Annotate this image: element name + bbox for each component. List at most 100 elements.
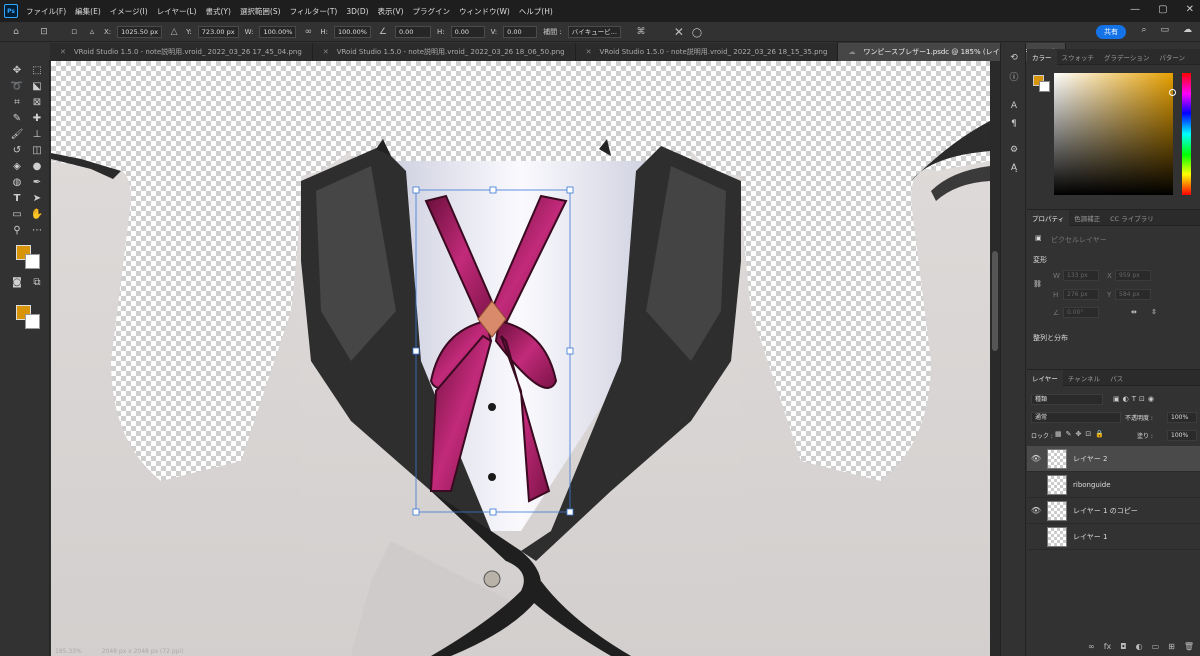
delete-layer-icon[interactable]: 🗑	[1184, 642, 1194, 656]
w-input[interactable]: 100.00%	[259, 25, 297, 38]
menu-file[interactable]: ファイル(F)	[26, 6, 66, 17]
opacity-input[interactable]: 100%	[1167, 412, 1197, 423]
flip-horizontal-icon[interactable]: ⇹	[1131, 308, 1137, 316]
object-select-tool-icon[interactable]: ⬕	[30, 79, 44, 93]
angle-input[interactable]: 0.00	[394, 25, 431, 38]
workspace-icon[interactable]: ▭	[1160, 25, 1169, 35]
scroll-thumb[interactable]	[992, 251, 998, 351]
layer-filter-select[interactable]: 種類	[1031, 394, 1103, 405]
menu-3d[interactable]: 3D(D)	[346, 7, 368, 16]
transform-tool-icon[interactable]: ⊡	[38, 26, 50, 38]
relative-position-icon[interactable]: ▵	[86, 26, 98, 38]
tab-swatches[interactable]: スウォッチ	[1057, 52, 1100, 62]
tab-patterns[interactable]: パターン	[1154, 52, 1190, 62]
eyedropper-tool-icon[interactable]: ✎	[10, 111, 24, 125]
blur-tool-icon[interactable]: ●	[30, 159, 44, 173]
new-layer-icon[interactable]: ⊞	[1168, 642, 1175, 656]
document-canvas[interactable]	[51, 61, 990, 656]
background-color-swatch[interactable]	[25, 314, 40, 329]
layer-row[interactable]: 👁 レイヤー 2	[1027, 446, 1200, 472]
prop-h-input[interactable]: 276 px	[1063, 289, 1099, 300]
menu-edit[interactable]: 編集(E)	[75, 6, 101, 17]
marquee-tool-icon[interactable]: ⬚	[30, 63, 44, 77]
prop-angle-input[interactable]: 0.00°	[1063, 307, 1099, 318]
align-section-title[interactable]: 整列と分布	[1033, 333, 1068, 343]
flip-vertical-icon[interactable]: ⇳	[1151, 308, 1157, 316]
type-tool-icon[interactable]: T	[10, 191, 24, 205]
menu-select[interactable]: 選択範囲(S)	[240, 6, 281, 17]
x-input[interactable]: 1025.50 px	[117, 25, 163, 38]
share-button[interactable]: 共有	[1096, 25, 1126, 39]
link-dimensions-icon[interactable]: ⛓	[1033, 280, 1042, 288]
tab-color[interactable]: カラー	[1027, 48, 1057, 65]
glyphs-icon[interactable]: Ą	[1007, 161, 1021, 175]
pen-tool-icon[interactable]: ✒	[30, 175, 44, 189]
character-icon[interactable]: A	[1007, 99, 1021, 113]
fx-icon[interactable]: fx	[1104, 642, 1112, 656]
healing-tool-icon[interactable]: ✚	[30, 111, 44, 125]
new-group-icon[interactable]: ▭	[1152, 642, 1160, 656]
menu-type[interactable]: 書式(Y)	[206, 6, 231, 17]
background-color-chip[interactable]	[25, 254, 40, 269]
menu-window[interactable]: ウィンドウ(W)	[459, 6, 510, 17]
y-input[interactable]: 723.00 px	[197, 25, 239, 38]
hue-slider[interactable]	[1182, 73, 1191, 195]
menu-layer[interactable]: レイヤー(L)	[157, 6, 197, 17]
blend-mode-select[interactable]: 通常	[1031, 412, 1121, 423]
color-picker-field[interactable]	[1054, 73, 1173, 195]
history-icon[interactable]: ⟲	[1007, 51, 1021, 65]
lasso-tool-icon[interactable]: ➰	[10, 79, 24, 93]
paint-bucket-tool-icon[interactable]: ◈	[10, 159, 24, 173]
tab-gradients[interactable]: グラデーション	[1099, 52, 1154, 62]
quick-mask-icon[interactable]: ◙	[10, 275, 24, 289]
layer-row[interactable]: ribonguide	[1027, 472, 1200, 498]
move-tool-icon[interactable]: ✥	[10, 63, 24, 77]
menu-plugins[interactable]: プラグイン	[413, 6, 451, 17]
add-mask-icon[interactable]: ◘	[1120, 642, 1126, 656]
maximize-icon[interactable]: ▢	[1158, 4, 1167, 15]
screen-mode-icon[interactable]: ⧉	[30, 275, 44, 289]
color-picker-marker[interactable]	[1169, 89, 1176, 96]
stamp-tool-icon[interactable]: ⊥	[30, 127, 44, 141]
panel-background-swatch[interactable]	[1039, 81, 1050, 92]
dodge-tool-icon[interactable]: ◍	[10, 175, 24, 189]
transform-section-title[interactable]: 変形	[1033, 255, 1047, 265]
menu-filter[interactable]: フィルター(T)	[290, 6, 338, 17]
prop-w-input[interactable]: 133 px	[1063, 270, 1099, 281]
tab-doc-3[interactable]: ✕ VRoid Studio 1.5.0 - note説明用.vroid_ 202…	[575, 43, 839, 61]
adjustment-layer-icon[interactable]: ◐	[1136, 642, 1143, 656]
home-icon[interactable]: ⌂	[10, 26, 22, 38]
menu-image[interactable]: イメージ(I)	[110, 6, 148, 17]
vskew-input[interactable]: 0.00	[503, 25, 538, 38]
brush-settings-icon[interactable]: ⚙	[1007, 143, 1021, 157]
crop-tool-icon[interactable]: ⌗	[10, 95, 24, 109]
layer-filter-icons[interactable]: ▣◐T⊡◉	[1113, 395, 1157, 403]
commit-transform-icon[interactable]: ○	[691, 25, 703, 39]
hand-tool-icon[interactable]: ✋	[30, 207, 44, 221]
menu-help[interactable]: ヘルプ(H)	[519, 6, 553, 17]
tab-properties[interactable]: プロパティ	[1027, 209, 1070, 226]
tab-cc-libraries[interactable]: CC ライブラリ	[1105, 213, 1159, 223]
prop-x-input[interactable]: 959 px	[1115, 270, 1151, 281]
hskew-input[interactable]: 0.00	[450, 25, 485, 38]
paragraph-icon[interactable]: ¶	[1007, 117, 1021, 131]
lock-icons[interactable]: ▦✎✥⊡🔒	[1055, 430, 1108, 438]
warp-icon[interactable]: ⌘	[635, 26, 647, 38]
rectangle-tool-icon[interactable]: ▭	[10, 207, 24, 221]
reference-point-icon[interactable]: ▫	[68, 26, 80, 38]
layer-row[interactable]: レイヤー 1	[1027, 524, 1200, 550]
eraser-tool-icon[interactable]: ◫	[30, 143, 44, 157]
close-window-icon[interactable]: ✕	[1186, 4, 1194, 15]
cloud-icon[interactable]: ☁	[1183, 25, 1192, 35]
tab-adjustments[interactable]: 色調補正	[1069, 213, 1105, 223]
tab-paths[interactable]: パス	[1105, 373, 1128, 383]
frame-tool-icon[interactable]: ⊠	[30, 95, 44, 109]
tab-layers[interactable]: レイヤー	[1027, 369, 1063, 386]
search-icon[interactable]: ⌕	[1141, 25, 1146, 35]
vertical-scrollbar[interactable]	[990, 61, 1000, 656]
close-tab-icon[interactable]: ✕	[586, 48, 592, 56]
layer-row[interactable]: 👁 レイヤー 1 のコピー	[1027, 498, 1200, 524]
visibility-eye-icon[interactable]: 👁	[1027, 506, 1045, 515]
tab-doc-1[interactable]: ✕ VRoid Studio 1.5.0 - note説明用.vroid_ 202…	[50, 43, 313, 61]
history-brush-tool-icon[interactable]: ↺	[10, 143, 24, 157]
